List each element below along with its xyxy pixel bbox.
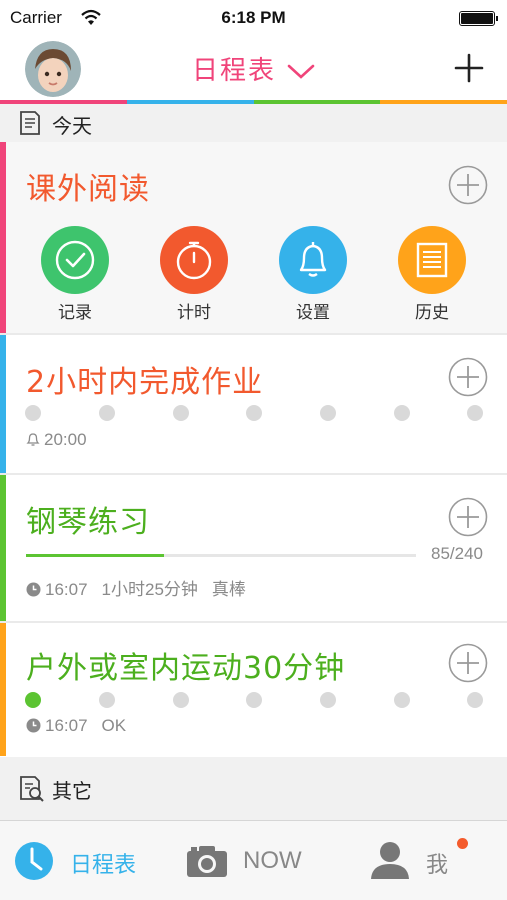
task-title: 钢琴练习 bbox=[26, 505, 150, 540]
notification-badge bbox=[457, 838, 468, 849]
clock-icon bbox=[26, 582, 41, 597]
record-time: 16:07 bbox=[45, 716, 88, 735]
status-time: 6:18 PM bbox=[221, 8, 286, 27]
battery-icon bbox=[459, 11, 498, 26]
status-bar: Carrier 6:18 PM bbox=[0, 0, 507, 36]
tab-label: 日程表 bbox=[70, 853, 137, 878]
checkin-dot bbox=[246, 692, 262, 708]
record-time: 16:07 bbox=[45, 580, 88, 599]
action-label: 记录 bbox=[58, 303, 92, 323]
progress-fill bbox=[26, 554, 165, 557]
add-button[interactable] bbox=[453, 52, 485, 84]
clock-icon bbox=[15, 842, 53, 880]
chevron-down-icon[interactable] bbox=[287, 64, 315, 80]
section-other: 其它 bbox=[0, 757, 507, 820]
add-record-button[interactable] bbox=[448, 497, 488, 537]
checkin-dot bbox=[467, 692, 483, 708]
task-card-homework[interactable]: 2小时内完成作业 20:00 bbox=[0, 335, 507, 473]
record-comment: OK bbox=[101, 716, 127, 735]
tab-schedule[interactable]: 日程表 bbox=[0, 821, 170, 900]
checkin-dot bbox=[25, 405, 41, 421]
record-action-button[interactable]: 记录 bbox=[41, 226, 109, 323]
checkin-dot bbox=[173, 692, 189, 708]
section-today: 今天 bbox=[0, 104, 507, 142]
nav-title[interactable]: 日程表 bbox=[192, 50, 276, 87]
reminder-time: 20:00 bbox=[44, 430, 87, 449]
tab-label: 我 bbox=[426, 853, 449, 878]
nav-bar: 日程表 bbox=[0, 36, 507, 100]
action-label: 设置 bbox=[296, 303, 330, 323]
history-action-button[interactable]: 历史 bbox=[398, 226, 466, 323]
checkin-dot bbox=[394, 405, 410, 421]
task-card-sport[interactable]: 户外或室内运动30分钟 16:07 OK bbox=[0, 623, 507, 756]
add-record-button[interactable] bbox=[448, 357, 488, 397]
record-row: 16:07 OK bbox=[26, 716, 126, 736]
tab-me[interactable]: 我 bbox=[360, 821, 507, 900]
checkin-dot bbox=[320, 405, 336, 421]
tab-bar: 日程表 NOW 我 bbox=[0, 820, 507, 900]
add-record-button[interactable] bbox=[448, 643, 488, 683]
checkin-dot bbox=[99, 692, 115, 708]
section-other-label: 其它 bbox=[52, 779, 92, 803]
tab-label: NOW bbox=[243, 847, 302, 874]
record-comment: 真棒 bbox=[211, 580, 246, 599]
settings-action-button[interactable]: 设置 bbox=[279, 226, 347, 323]
clock-icon bbox=[26, 718, 41, 733]
timer-action-button[interactable]: 计时 bbox=[160, 226, 228, 323]
section-today-label: 今天 bbox=[52, 114, 92, 138]
camera-icon bbox=[187, 846, 227, 877]
user-icon bbox=[371, 842, 409, 879]
progress-count: 85/240 bbox=[431, 544, 483, 563]
checkin-dot bbox=[173, 405, 189, 421]
add-record-button[interactable] bbox=[448, 165, 488, 205]
list-icon bbox=[416, 242, 448, 278]
checkin-dot bbox=[320, 692, 336, 708]
task-title: 户外或室内运动30分钟 bbox=[26, 651, 346, 686]
document-search-icon bbox=[20, 776, 44, 802]
checkin-dot bbox=[394, 692, 410, 708]
tab-now[interactable]: NOW bbox=[180, 821, 330, 900]
checkin-dot bbox=[467, 405, 483, 421]
checkin-dots bbox=[25, 405, 483, 421]
action-label: 计时 bbox=[177, 303, 211, 323]
task-title: 2小时内完成作业 bbox=[26, 365, 264, 400]
bell-icon bbox=[26, 433, 40, 446]
reminder-row: 20:00 bbox=[26, 430, 87, 450]
progress-bar bbox=[26, 554, 416, 557]
record-duration: 1小时25分钟 bbox=[101, 580, 198, 599]
stopwatch-icon bbox=[176, 241, 212, 280]
task-title: 课外阅读 bbox=[26, 172, 150, 207]
checkin-dot bbox=[246, 405, 262, 421]
check-icon bbox=[55, 240, 95, 280]
action-label: 历史 bbox=[415, 303, 449, 323]
checkin-dot bbox=[99, 405, 115, 421]
checkin-dot-done bbox=[25, 692, 41, 708]
bell-icon bbox=[299, 242, 327, 277]
checkin-dots bbox=[25, 692, 483, 708]
document-icon bbox=[20, 111, 40, 135]
record-row: 16:07 1小时25分钟 真棒 bbox=[26, 575, 246, 600]
